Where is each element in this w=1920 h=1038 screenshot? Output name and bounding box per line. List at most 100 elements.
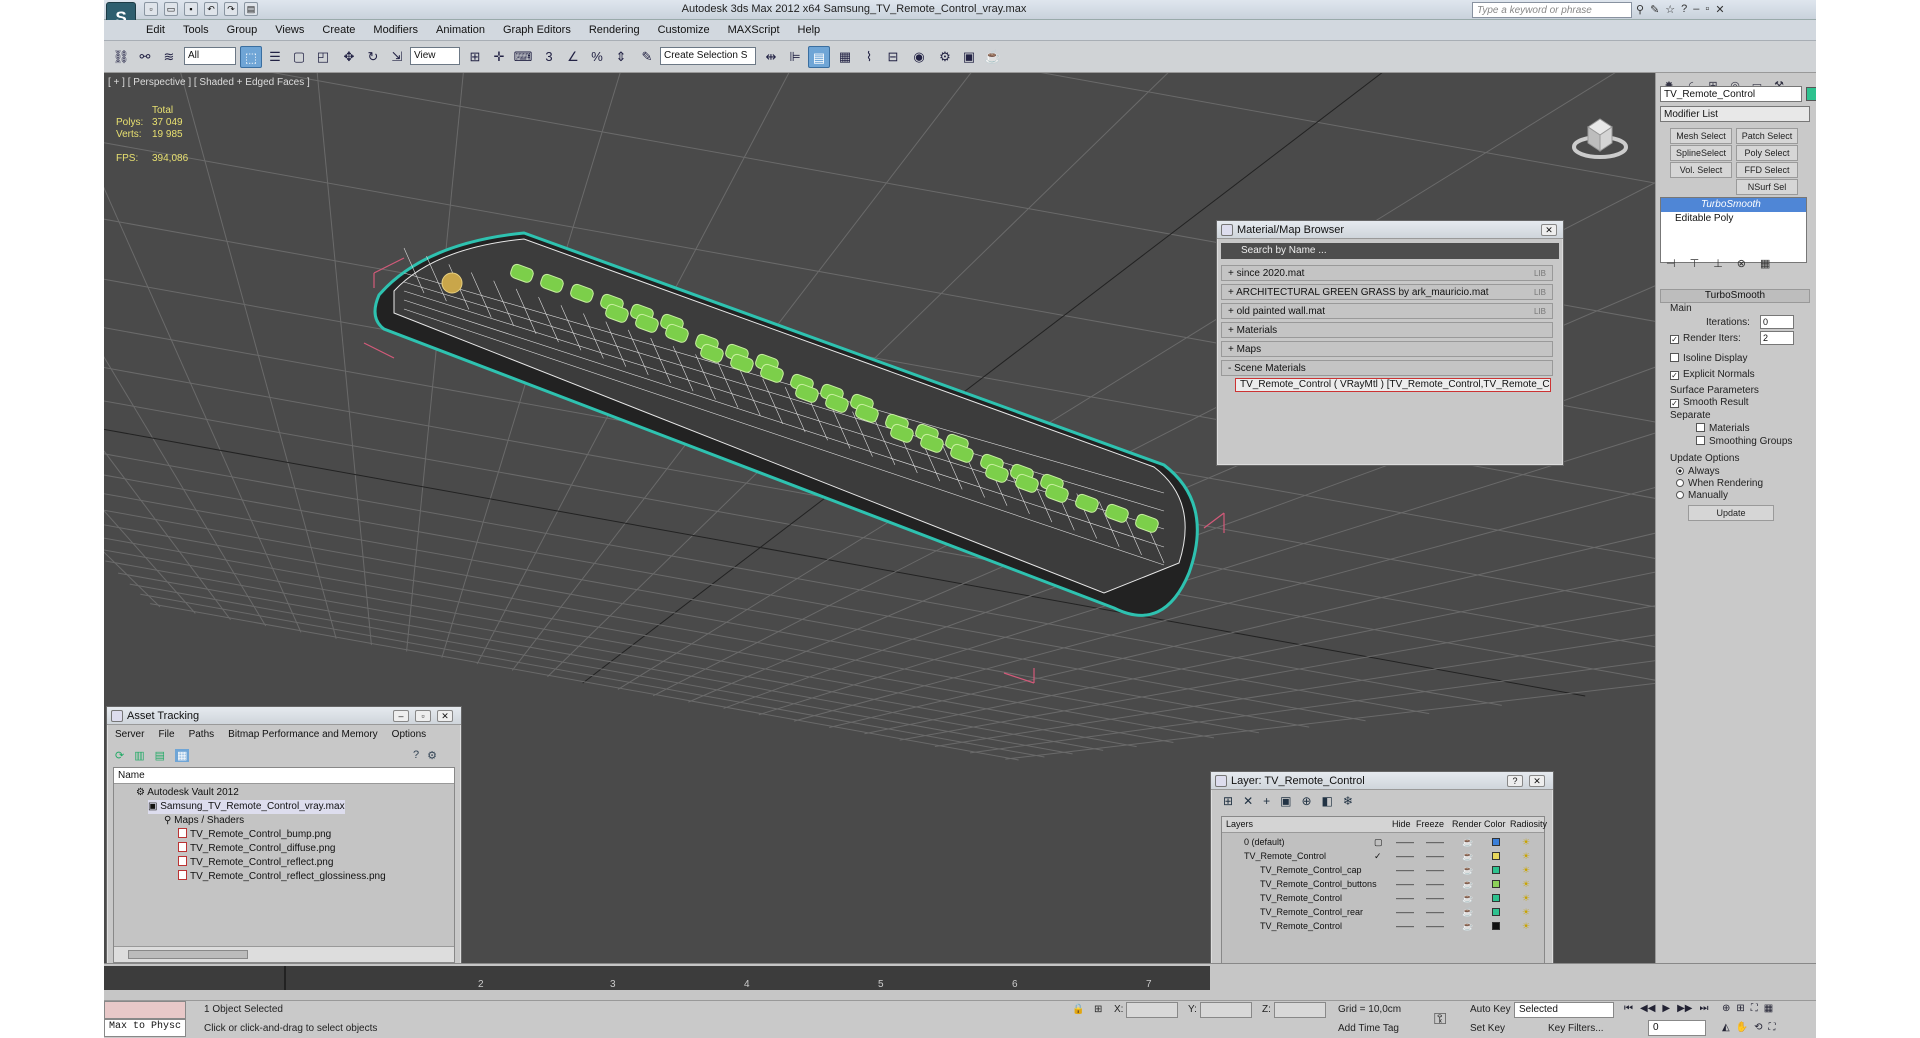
select-objects-icon[interactable]: ▣ — [1280, 794, 1291, 808]
menu-help[interactable]: Help — [798, 24, 821, 36]
layer-name[interactable]: TV_Remote_Control_cap — [1260, 863, 1362, 877]
render-production-icon[interactable]: ☕ — [982, 46, 1004, 68]
spline-select-button[interactable]: SplineSelect — [1670, 145, 1732, 161]
layer-name[interactable]: TV_Remote_Control — [1244, 849, 1326, 863]
render-iters-spinner[interactable]: 2 — [1760, 331, 1794, 345]
auto-key-button[interactable]: Auto Key — [1470, 1004, 1511, 1015]
layer-active-icon[interactable]: ✓ — [1374, 849, 1382, 863]
render-teapot-icon[interactable]: ☕ — [1462, 919, 1473, 933]
freeze-toggle[interactable]: —— — [1426, 863, 1444, 877]
maps-shaders-item[interactable]: ⚲ Maps / Shaders — [164, 814, 244, 828]
schematic-view-icon[interactable]: ⊟ — [882, 46, 904, 68]
iterations-spinner[interactable]: 0 — [1760, 315, 1794, 329]
stack-item-turbosmooth[interactable]: TurboSmooth — [1661, 198, 1806, 212]
explicit-normals-checkbox[interactable]: ✓ Explicit Normals — [1670, 369, 1755, 380]
align-icon[interactable]: ⊫ — [784, 46, 806, 68]
bitmap-item[interactable]: TV_Remote_Control_reflect_glossiness.png — [178, 870, 386, 884]
pivot-center-icon[interactable]: ⊞ — [464, 46, 486, 68]
scrollbar-thumb[interactable] — [128, 950, 248, 959]
materials-group-row[interactable]: + Materials — [1221, 322, 1553, 338]
key-selection-dropdown[interactable]: Selected — [1514, 1002, 1614, 1018]
material-browser-title[interactable]: Material/Map Browser ✕ — [1217, 221, 1563, 239]
render-teapot-icon[interactable]: ☕ — [1462, 835, 1473, 849]
spinner-snap-icon[interactable]: ⇕ — [610, 46, 632, 68]
curve-editor-icon[interactable]: ⌇ — [858, 46, 880, 68]
material-editor-icon[interactable]: ◉ — [908, 46, 930, 68]
scene-material-item[interactable]: TV_Remote_Control ( VRayMtl ) [TV_Remote… — [1235, 378, 1551, 392]
select-by-name-icon[interactable]: ☰ — [264, 46, 286, 68]
separate-smoothing-groups-checkbox[interactable]: Smoothing Groups — [1696, 436, 1792, 447]
poly-select-button[interactable]: Poly Select — [1736, 145, 1798, 161]
new-file-icon[interactable]: ▫ — [144, 2, 158, 16]
render-teapot-icon[interactable]: ☕ — [1462, 877, 1473, 891]
col-render[interactable]: Render — [1452, 819, 1482, 829]
radiosity-icon[interactable]: ☀ — [1522, 905, 1530, 919]
modifier-stack[interactable]: TurboSmooth Editable Poly — [1660, 197, 1807, 263]
add-time-tag[interactable]: Add Time Tag — [1338, 1023, 1399, 1034]
close-icon[interactable]: ✕ — [1541, 224, 1557, 236]
open-file-icon[interactable]: ▭ — [164, 2, 178, 16]
restore-icon[interactable]: ▫ — [1705, 3, 1709, 16]
highlight-layer-icon[interactable]: ⊕ — [1301, 794, 1311, 808]
key-filters-button[interactable]: Key Filters... — [1548, 1023, 1604, 1034]
col-layers[interactable]: Layers — [1226, 819, 1253, 829]
hide-toggle[interactable]: —— — [1396, 835, 1414, 849]
graphite-ribbon-icon[interactable]: ▦ — [834, 46, 856, 68]
layer-row[interactable]: TV_Remote_Control ✓ —— —— ☕ ☀ — [1226, 849, 1646, 863]
update-button[interactable]: Update — [1688, 505, 1774, 521]
add-to-layer-icon[interactable]: + — [1263, 794, 1270, 808]
minimize-icon[interactable]: – — [1693, 3, 1699, 16]
freeze-toggle[interactable]: —— — [1426, 877, 1444, 891]
zoom-all-icon[interactable]: ⊞ — [1736, 1003, 1744, 1014]
menu-edit[interactable]: Edit — [146, 24, 165, 36]
col-hide[interactable]: Hide — [1392, 819, 1411, 829]
menu-animation[interactable]: Animation — [436, 24, 485, 36]
layer-name[interactable]: TV_Remote_Control — [1260, 919, 1342, 933]
layer-name[interactable]: TV_Remote_Control — [1260, 891, 1342, 905]
turbosmooth-rollout-header[interactable]: TurboSmooth — [1660, 289, 1810, 303]
previous-frame-icon[interactable]: ◀◀ — [1640, 1003, 1655, 1014]
field-of-view-icon[interactable]: ◭ — [1722, 1022, 1730, 1033]
render-teapot-icon[interactable]: ☕ — [1462, 905, 1473, 919]
help-icon[interactable]: ? — [1681, 3, 1687, 16]
radiosity-icon[interactable]: ☀ — [1522, 919, 1530, 933]
help-icon[interactable]: ? — [413, 749, 419, 762]
configure-sets-icon[interactable]: ▦ — [1760, 257, 1770, 270]
scale-icon[interactable]: ⇲ — [386, 46, 408, 68]
render-teapot-icon[interactable]: ☕ — [1462, 849, 1473, 863]
play-icon[interactable]: ▶ — [1662, 1003, 1670, 1014]
make-unique-icon[interactable]: ⊥ — [1713, 257, 1723, 270]
layer-row[interactable]: TV_Remote_Control —— —— ☕ ☀ — [1226, 919, 1646, 933]
hide-toggle[interactable]: —— — [1396, 905, 1414, 919]
window-crossing-icon[interactable]: ◰ — [312, 46, 334, 68]
menu-create[interactable]: Create — [322, 24, 355, 36]
nsurf-select-button[interactable]: NSurf Sel — [1736, 179, 1798, 195]
tv-remote-model[interactable] — [363, 231, 1225, 684]
hide-toggle[interactable]: —— — [1396, 849, 1414, 863]
search-input[interactable]: Type a keyword or phrase — [1472, 2, 1632, 18]
bitmap-item[interactable]: TV_Remote_Control_bump.png — [178, 828, 331, 842]
layer-row[interactable]: TV_Remote_Control_rear —— —— ☕ ☀ — [1226, 905, 1646, 919]
radiosity-icon[interactable]: ☀ — [1522, 863, 1530, 877]
render-setup-icon[interactable]: ⚙ — [934, 46, 956, 68]
viewcube-icon[interactable] — [1572, 107, 1628, 163]
layer-color-swatch[interactable] — [1492, 866, 1500, 874]
vol-select-button[interactable]: Vol. Select — [1670, 162, 1732, 178]
freeze-toggle[interactable]: —— — [1426, 905, 1444, 919]
maps-group-row[interactable]: + Maps — [1221, 341, 1553, 357]
tools-icon[interactable]: ✎ — [1650, 3, 1659, 16]
rendered-frame-icon[interactable]: ▣ — [958, 46, 980, 68]
y-coordinate-field[interactable] — [1200, 1002, 1252, 1018]
stack-item-editable-poly[interactable]: Editable Poly — [1661, 212, 1806, 226]
zoom-extents-icon[interactable]: ⛶ — [1751, 1003, 1758, 1014]
material-library-row[interactable]: + ARCHITECTURAL GREEN GRASS by ark_mauri… — [1221, 284, 1553, 300]
minimize-icon[interactable]: – — [393, 710, 409, 722]
time-slider-track[interactable] — [104, 966, 1210, 990]
radiosity-icon[interactable]: ☀ — [1522, 835, 1530, 849]
bind-space-warp-icon[interactable]: ≋ — [158, 46, 180, 68]
pin-stack-icon[interactable]: ⊣ — [1666, 257, 1676, 270]
menu-maxscript[interactable]: MAXScript — [728, 24, 780, 36]
zoom-extents-all-icon[interactable]: ▦ — [1764, 1003, 1773, 1014]
object-color-swatch[interactable] — [1806, 87, 1816, 101]
zoom-icon[interactable]: ⊕ — [1722, 1003, 1730, 1014]
